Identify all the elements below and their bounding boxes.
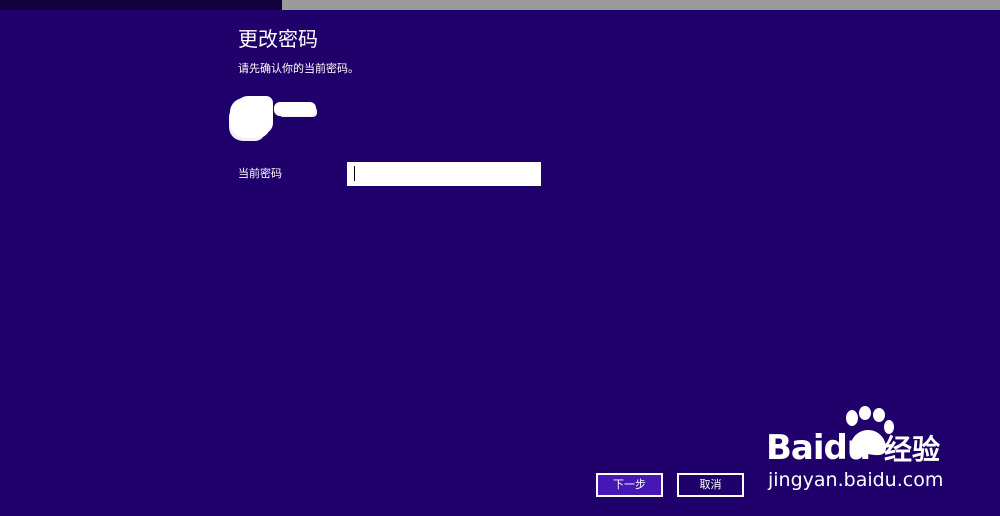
user-name-redacted <box>274 102 316 116</box>
page-title: 更改密码 <box>238 27 318 51</box>
avatar <box>230 98 270 138</box>
change-password-screen: 更改密码 请先确认你的当前密码。 当前密码 下一步 取消 Baidu 经验 ji… <box>0 0 1000 516</box>
page-subtitle: 请先确认你的当前密码。 <box>238 62 359 75</box>
watermark-url: jingyan.baidu.com <box>768 469 944 491</box>
user-account-redacted <box>224 92 334 142</box>
text-caret <box>354 166 355 181</box>
current-password-field[interactable] <box>347 162 541 186</box>
top-bar-left <box>0 0 282 10</box>
current-password-label: 当前密码 <box>238 167 282 180</box>
baidu-jingyan-watermark: Baidu 经验 jingyan.baidu.com <box>762 406 962 498</box>
top-bar-right <box>282 0 1000 10</box>
next-button[interactable]: 下一步 <box>596 473 663 497</box>
baidu-logo-text: Baidu <box>766 428 872 468</box>
watermark-product: 经验 <box>884 433 941 466</box>
cancel-button[interactable]: 取消 <box>677 473 744 497</box>
brand-suffix: du <box>823 428 872 468</box>
brand-prefix: Bai <box>766 428 825 468</box>
